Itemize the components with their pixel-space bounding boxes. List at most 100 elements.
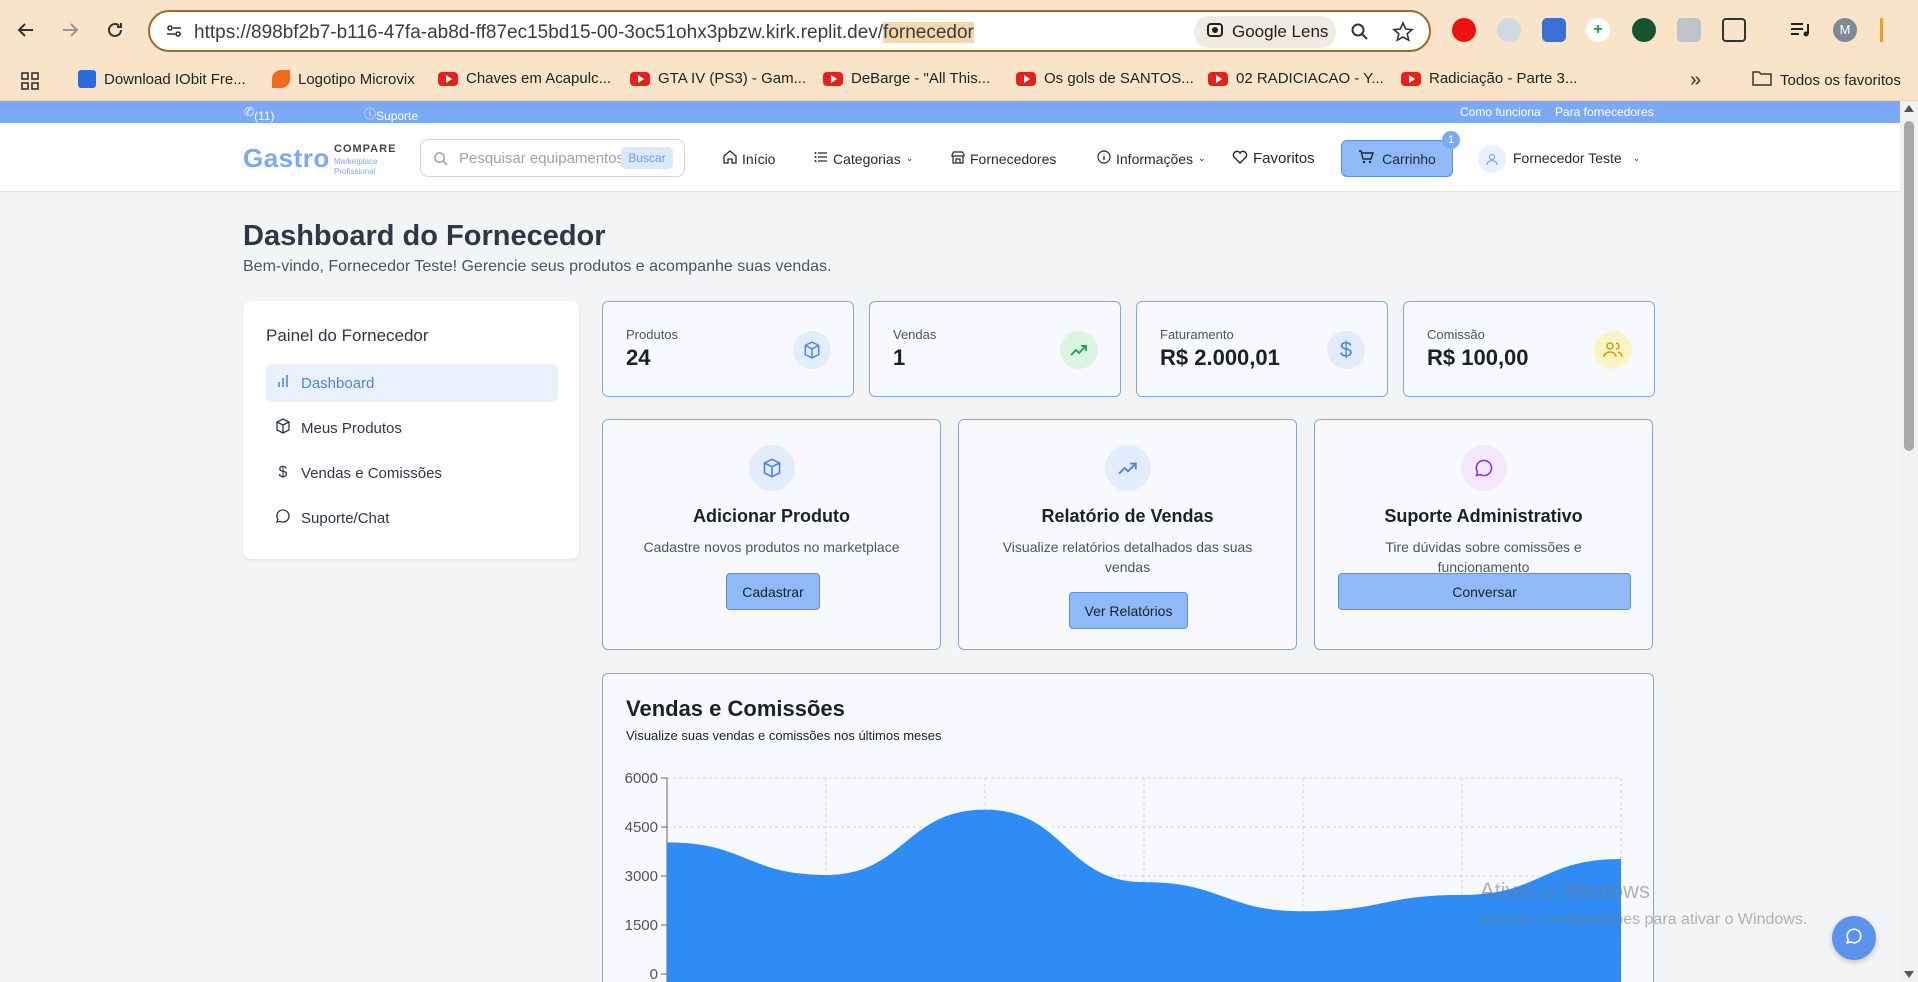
forward-icon[interactable]: [54, 14, 86, 46]
chevron-down-icon: ⌄: [1632, 152, 1641, 163]
camera-extension-icon[interactable]: [1677, 18, 1701, 42]
chart-y-tick-label: 6000: [625, 770, 658, 787]
zoom-icon[interactable]: [1350, 22, 1370, 47]
cart-count-badge: 1: [1442, 131, 1460, 149]
chart-y-tick-label: 0: [650, 966, 658, 982]
package-icon: [748, 445, 795, 491]
browser-toolbar: https://898bf2b7-b116-47fa-ab8d-ff87ec15…: [0, 0, 1918, 61]
chart-y-tick-label: 4500: [625, 819, 658, 836]
site-info-icon[interactable]: [164, 21, 184, 46]
iobit-icon: [78, 70, 96, 88]
search-icon: [433, 151, 448, 171]
nav-home[interactable]: Início: [723, 150, 775, 167]
youtube-icon: [1208, 71, 1228, 86]
scroll-up-icon[interactable]: [1904, 105, 1914, 112]
chart-y-tick-label: 1500: [625, 917, 658, 934]
search-box[interactable]: Pesquisar equipamentos... Buscar: [420, 139, 685, 177]
sidebar-item-dashboard[interactable]: Dashboard: [266, 364, 558, 402]
bookmark-item[interactable]: Download IObit Fre...: [78, 70, 246, 88]
extension-grey-icon[interactable]: [1497, 18, 1521, 42]
chat-button[interactable]: Conversar: [1338, 573, 1631, 610]
bookmark-item[interactable]: Chaves em Acapulc...: [438, 70, 611, 87]
chevron-down-icon: ⌄: [905, 153, 914, 163]
site-header: Gastro COMPARE Marketplace Profissional …: [0, 123, 1900, 192]
youtube-icon: [438, 71, 458, 86]
chat-icon: [275, 508, 291, 528]
nav-suppliers[interactable]: Fornecedores: [951, 150, 1056, 167]
windows-activation-title: Ativar o Windows: [1480, 878, 1650, 903]
package-icon: [793, 331, 831, 369]
profile-avatar[interactable]: M: [1833, 18, 1857, 42]
lens-icon: [1206, 21, 1224, 44]
for-suppliers-link[interactable]: Para fornecedores: [1555, 105, 1654, 119]
user-menu[interactable]: Fornecedor Teste ⌄: [1513, 150, 1640, 166]
home-icon: [723, 150, 737, 167]
view-reports-button[interactable]: Ver Relatórios: [1069, 592, 1188, 629]
list-icon: [814, 150, 828, 167]
cart-button[interactable]: Carrinho 1: [1341, 131, 1460, 177]
bookmark-item[interactable]: 02 RADICIACAO - Y...: [1208, 70, 1384, 87]
page-scrollbar[interactable]: [1900, 101, 1918, 982]
apps-grid-icon[interactable]: [20, 71, 40, 96]
user-icon[interactable]: [1478, 145, 1506, 173]
media-control-icon[interactable]: [1788, 18, 1812, 42]
music-extension-icon[interactable]: [1632, 18, 1656, 42]
register-product-button[interactable]: Cadastrar: [726, 573, 820, 610]
top-info-strip: ✆ (11) 9999-9999 ⓘ Suporte 24h Como func…: [0, 101, 1900, 151]
sidebar-title: Painel do Fornecedor: [266, 326, 429, 345]
dollar-icon: $: [278, 464, 288, 481]
bookmark-item[interactable]: GTA IV (PS3) - Gam...: [630, 70, 806, 87]
all-bookmarks-folder[interactable]: Todos os favoritos: [1752, 70, 1901, 90]
users-icon: [1594, 331, 1632, 369]
trending-up-icon: [1104, 445, 1151, 491]
microvix-icon: [272, 70, 290, 88]
bar-chart-icon: [275, 373, 291, 393]
how-it-works-link[interactable]: Como funciona: [1460, 105, 1541, 119]
floating-chat-button[interactable]: [1832, 916, 1876, 960]
sidebar-item-products[interactable]: Meus Produtos: [266, 409, 558, 447]
bookmark-item[interactable]: Os gols de SANTOS...: [1016, 70, 1194, 87]
chrome-menu-icon[interactable]: [1880, 18, 1884, 42]
chevron-down-icon: ⌄: [1198, 153, 1206, 163]
youtube-icon: [1401, 71, 1421, 86]
site-logo[interactable]: Gastro COMPARE Marketplace Profissional: [243, 143, 395, 176]
bookmark-item[interactable]: Logotipo Microvix: [272, 70, 415, 88]
search-input[interactable]: Pesquisar equipamentos...: [459, 150, 637, 167]
bookmark-item[interactable]: Radiciação - Parte 3...: [1401, 70, 1577, 87]
bookmark-item[interactable]: DeBarge - "All This...: [823, 70, 990, 87]
url-text[interactable]: https://898bf2b7-b116-47fa-ab8d-ff87ec15…: [194, 22, 974, 44]
reload-icon[interactable]: [99, 14, 131, 46]
more-bookmarks-icon[interactable]: »: [1690, 69, 1701, 92]
bookmark-star-icon[interactable]: [1392, 21, 1414, 48]
info-icon: [1097, 150, 1111, 167]
plus-extension-icon[interactable]: +: [1586, 18, 1610, 42]
back-icon[interactable]: [10, 14, 42, 46]
chat-icon: [1460, 445, 1507, 491]
nav-info[interactable]: Informações ⌄: [1097, 150, 1206, 167]
stat-card-commission: Comissão R$ 100,00: [1403, 301, 1655, 397]
extensions-icon[interactable]: [1722, 18, 1746, 42]
scroll-thumb[interactable]: [1904, 121, 1914, 451]
main-content: Dashboard do Fornecedor Bem-vindo, Forne…: [0, 192, 1900, 982]
opera-icon[interactable]: [1452, 18, 1476, 42]
heart-icon: [1232, 149, 1248, 168]
youtube-icon: [1016, 71, 1036, 86]
supplier-sidebar: Painel do Fornecedor Dashboard Meus Prod…: [243, 301, 579, 559]
cart-icon: [1358, 149, 1375, 168]
dollar-icon: $: [1327, 331, 1365, 369]
store-icon: [951, 150, 965, 167]
youtube-icon: [823, 71, 843, 86]
scroll-down-icon[interactable]: [1904, 971, 1914, 978]
phone-info: ✆ (11) 9999-9999: [244, 105, 285, 151]
search-button[interactable]: Buscar: [621, 147, 673, 169]
action-card-sales-report: Relatório de Vendas Visualize relatórios…: [958, 419, 1297, 650]
page-subtitle: Bem-vindo, Fornecedor Teste! Gerencie se…: [243, 258, 832, 275]
sales-area-chart: 0 1500 3000 4500 6000: [625, 770, 1622, 982]
nav-categories[interactable]: Categorias ⌄: [814, 150, 913, 167]
sidebar-item-support[interactable]: Suporte/Chat: [266, 499, 558, 537]
address-bar[interactable]: https://898bf2b7-b116-47fa-ab8d-ff87ec15…: [148, 10, 1431, 52]
nav-favorites[interactable]: Favoritos: [1232, 149, 1315, 168]
puzzle-extension-icon[interactable]: [1542, 18, 1566, 42]
sidebar-item-sales[interactable]: $ Vendas e Comissões: [266, 454, 558, 492]
google-lens-button[interactable]: Google Lens: [1194, 16, 1336, 48]
